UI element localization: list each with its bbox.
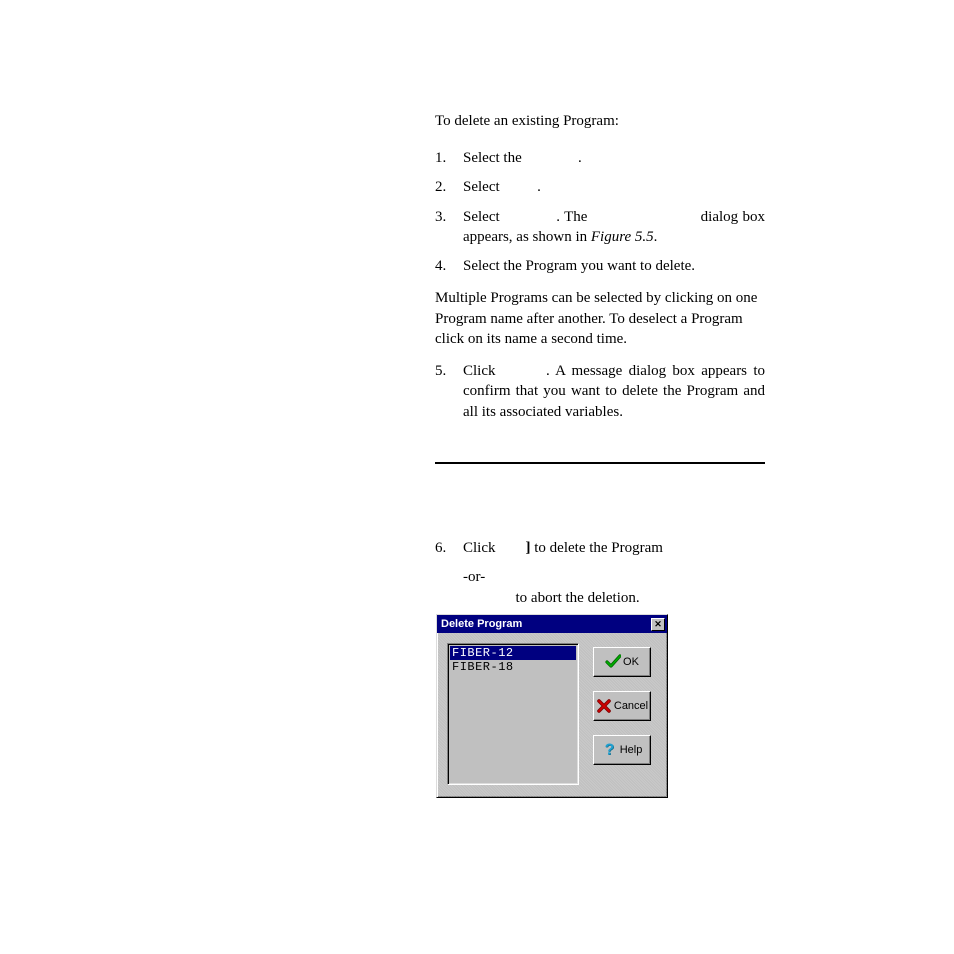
step-6-abort: to abort the deletion. (463, 588, 765, 608)
step-text: to abort the deletion. (516, 590, 640, 606)
step-number: 2. (435, 177, 463, 197)
svg-text:?: ? (604, 742, 614, 758)
step-text: . (578, 150, 582, 166)
step-text: . (654, 229, 658, 245)
step-number: 5. (435, 361, 463, 422)
close-button[interactable]: ✕ (651, 618, 665, 631)
list-item[interactable]: FIBER-12 (450, 646, 576, 660)
step-text: Select (463, 179, 503, 195)
help-label: Help (620, 744, 643, 756)
step-number: 6. (435, 538, 463, 558)
step-text: Select the (463, 150, 525, 166)
step-2: 2. Select . (435, 177, 765, 197)
horizontal-rule (435, 462, 765, 464)
step-number: 3. (435, 207, 463, 248)
step-body: Select the . (463, 148, 765, 168)
step-4: 4. Select the Program you want to delete… (435, 256, 765, 276)
cancel-label: Cancel (614, 700, 648, 712)
figure-ref: Figure 5.5 (591, 229, 654, 245)
list-item[interactable]: FIBER-18 (450, 660, 576, 674)
ok-label: OK (623, 656, 639, 668)
step-body: Select . (463, 177, 765, 197)
intro-heading: To delete an existing Program: (435, 113, 765, 130)
step-6: 6. Click ] to delete the Program (435, 538, 765, 558)
step-body: Select the Program you want to delete. (463, 256, 765, 276)
step-text: to delete the Program (531, 540, 663, 556)
button-column: OK Cancel ? ? Help (593, 647, 651, 785)
step-6-or: -or- (463, 567, 765, 587)
step-body: Select . The dialog box appears, as show… (463, 207, 765, 248)
step-5: 5. Click . A message dialog box appears … (435, 361, 765, 422)
step-body: Click . A message dialog box appears to … (463, 361, 765, 422)
close-icon: ✕ (654, 620, 662, 629)
step-number: 4. (435, 256, 463, 276)
step-text: . A message dialog box appears to confir… (463, 363, 765, 420)
dialog-title: Delete Program (439, 618, 522, 630)
step-body: Click ] to delete the Program (463, 538, 765, 558)
note-paragraph: Multiple Programs can be selected by cli… (435, 288, 765, 349)
step-text: Click (463, 363, 502, 379)
step-3: 3. Select . The dialog box appears, as s… (435, 207, 765, 248)
x-icon (596, 698, 612, 714)
dialog-titlebar[interactable]: Delete Program ✕ (437, 615, 667, 633)
step-text: Click (463, 540, 499, 556)
program-listbox[interactable]: FIBER-12 FIBER-18 (447, 643, 579, 785)
delete-program-dialog: Delete Program ✕ FIBER-12 FIBER-18 OK (436, 614, 668, 798)
check-icon (605, 654, 621, 670)
step-number: 1. (435, 148, 463, 168)
help-button[interactable]: ? ? Help (593, 735, 651, 765)
ok-button[interactable]: OK (593, 647, 651, 677)
step-text: Select (463, 209, 504, 225)
dialog-body: FIBER-12 FIBER-18 OK (437, 633, 667, 797)
step-1: 1. Select the . (435, 148, 765, 168)
step-text: . (537, 179, 541, 195)
step-text: . The (556, 209, 592, 225)
question-icon: ? ? (602, 742, 618, 758)
cancel-button[interactable]: Cancel (593, 691, 651, 721)
